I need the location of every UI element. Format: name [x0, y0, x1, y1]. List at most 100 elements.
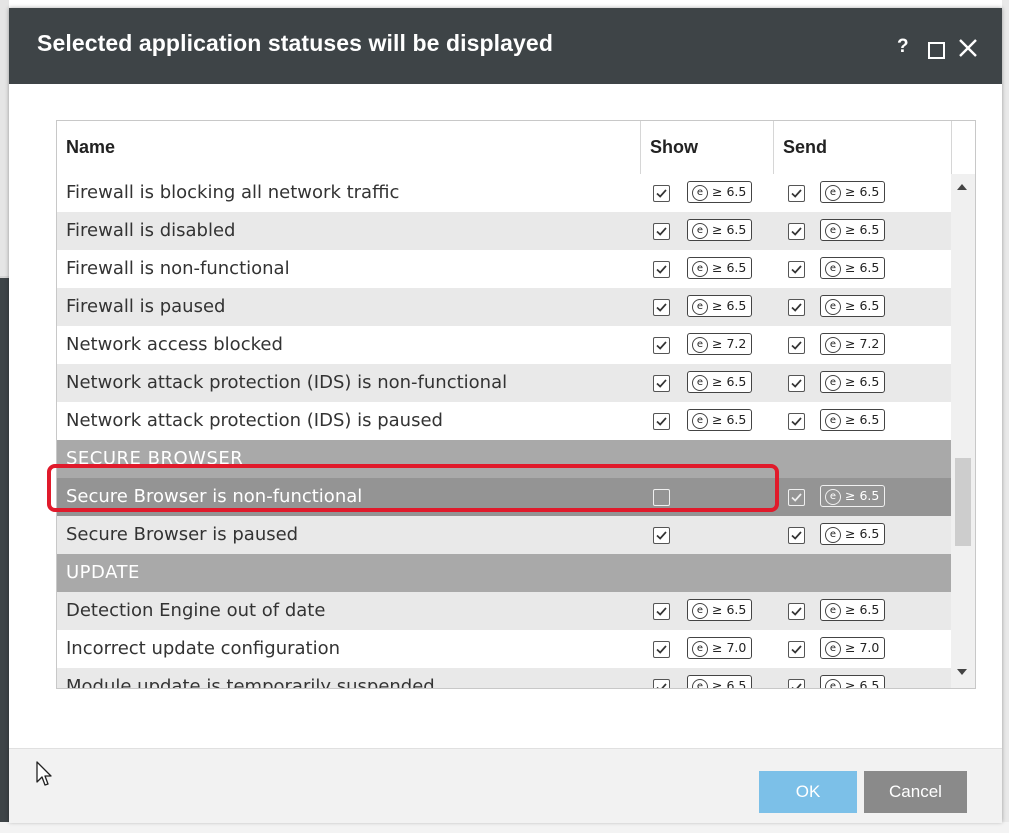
- show-version-badge: e ≥ 6.5: [687, 371, 753, 393]
- column-divider: [951, 121, 952, 174]
- send-checkbox[interactable]: [788, 489, 805, 506]
- table-row[interactable]: Detection Engine out of date e ≥ 6.5 e ≥ 6.5: [57, 592, 951, 630]
- help-icon[interactable]: ?: [897, 36, 909, 58]
- close-icon[interactable]: [957, 37, 979, 59]
- background-window-bottom: [0, 822, 1009, 833]
- table-header: Name Show Send: [57, 121, 975, 175]
- badge-version-text: ≥ 7.0: [712, 640, 747, 655]
- eset-e-icon: e: [825, 337, 841, 353]
- status-name: Network access blocked: [66, 334, 283, 355]
- table-body: Firewall is blocking all network traffic…: [57, 174, 951, 688]
- table-row[interactable]: Firewall is paused e ≥ 6.5 e ≥ 6.5: [57, 288, 951, 326]
- send-version-badge: e ≥ 6.5: [820, 675, 886, 688]
- status-dialog: Selected application statuses will be di…: [9, 8, 1002, 823]
- badge-version-text: ≥ 6.5: [845, 298, 880, 313]
- ok-button[interactable]: OK: [759, 771, 857, 813]
- scroll-up-arrow-icon[interactable]: [957, 184, 967, 190]
- badge-version-text: ≥ 6.5: [845, 602, 880, 617]
- dialog-title: Selected application statuses will be di…: [37, 30, 553, 56]
- column-header-name[interactable]: Name: [66, 121, 115, 174]
- show-version-badge: e ≥ 6.5: [687, 675, 753, 688]
- table-row[interactable]: Incorrect update configuration e ≥ 7.0 e ≥ 7…: [57, 630, 951, 668]
- badge-version-text: ≥ 6.5: [845, 526, 880, 541]
- show-checkbox[interactable]: [653, 299, 670, 316]
- show-version-badge: e ≥ 6.5: [687, 257, 753, 279]
- show-version-badge: e ≥ 6.5: [687, 295, 753, 317]
- show-checkbox[interactable]: [653, 603, 670, 620]
- badge-version-text: ≥ 6.5: [845, 222, 880, 237]
- send-version-badge: e ≥ 6.5: [820, 523, 886, 545]
- table-row[interactable]: Network attack protection (IDS) is pause…: [57, 402, 951, 440]
- table-row[interactable]: Firewall is blocking all network traffic…: [57, 174, 951, 212]
- eset-e-icon: e: [692, 641, 708, 657]
- badge-version-text: ≥ 6.5: [712, 298, 747, 313]
- send-version-badge: e ≥ 6.5: [820, 181, 886, 203]
- table-section-header: UPDATE: [57, 554, 951, 592]
- badge-version-text: ≥ 7.2: [712, 336, 747, 351]
- send-checkbox[interactable]: [788, 527, 805, 544]
- send-checkbox[interactable]: [788, 413, 805, 430]
- send-version-badge: e ≥ 6.5: [820, 599, 886, 621]
- eset-e-icon: e: [692, 679, 708, 688]
- show-checkbox[interactable]: [653, 413, 670, 430]
- column-header-send[interactable]: Send: [783, 121, 827, 174]
- send-checkbox[interactable]: [788, 337, 805, 354]
- show-checkbox[interactable]: [653, 375, 670, 392]
- badge-version-text: ≥ 6.5: [845, 412, 880, 427]
- send-checkbox[interactable]: [788, 375, 805, 392]
- send-checkbox[interactable]: [788, 223, 805, 240]
- send-checkbox[interactable]: [788, 299, 805, 316]
- badge-version-text: ≥ 6.5: [712, 678, 747, 688]
- maximize-icon[interactable]: [928, 42, 945, 59]
- show-checkbox[interactable]: [653, 641, 670, 658]
- show-checkbox[interactable]: [653, 185, 670, 202]
- badge-version-text: ≥ 6.5: [712, 602, 747, 617]
- eset-e-icon: e: [825, 641, 841, 657]
- eset-e-icon: e: [825, 413, 841, 429]
- column-divider[interactable]: [773, 121, 774, 174]
- status-name: Secure Browser is paused: [66, 524, 299, 545]
- send-checkbox[interactable]: [788, 641, 805, 658]
- show-checkbox[interactable]: [653, 489, 670, 506]
- status-name: Secure Browser is non-functional: [66, 486, 363, 507]
- badge-version-text: ≥ 6.5: [845, 488, 880, 503]
- badge-version-text: ≥ 6.5: [845, 184, 880, 199]
- show-checkbox[interactable]: [653, 527, 670, 544]
- eset-e-icon: e: [825, 603, 841, 619]
- table-row[interactable]: Firewall is non-functional e ≥ 6.5 e ≥ 6.5: [57, 250, 951, 288]
- background-window-right: [1002, 0, 1009, 833]
- scroll-down-arrow-icon[interactable]: [957, 669, 967, 675]
- column-divider[interactable]: [640, 121, 641, 174]
- cancel-button[interactable]: Cancel: [864, 771, 967, 813]
- send-checkbox[interactable]: [788, 603, 805, 620]
- send-version-badge: e ≥ 6.5: [820, 485, 886, 507]
- badge-version-text: ≥ 6.5: [712, 184, 747, 199]
- badge-version-text: ≥ 6.5: [712, 412, 747, 427]
- scrollbar-thumb[interactable]: [955, 458, 971, 546]
- badge-version-text: ≥ 6.5: [845, 678, 880, 688]
- table-row[interactable]: Module update is temporarily suspended e ≥…: [57, 668, 951, 688]
- send-version-badge: e ≥ 6.5: [820, 371, 886, 393]
- vertical-scrollbar[interactable]: [951, 174, 975, 688]
- show-checkbox[interactable]: [653, 223, 670, 240]
- eset-e-icon: e: [692, 375, 708, 391]
- show-checkbox[interactable]: [653, 679, 670, 688]
- table-row[interactable]: Firewall is disabled e ≥ 6.5 e ≥ 6.5: [57, 212, 951, 250]
- eset-e-icon: e: [825, 185, 841, 201]
- send-checkbox[interactable]: [788, 679, 805, 688]
- status-name: Firewall is blocking all network traffic: [66, 182, 400, 203]
- table-row[interactable]: Secure Browser is paused e ≥ 6.5: [57, 516, 951, 554]
- show-checkbox[interactable]: [653, 337, 670, 354]
- badge-version-text: ≥ 6.5: [845, 374, 880, 389]
- send-checkbox[interactable]: [788, 185, 805, 202]
- show-checkbox[interactable]: [653, 261, 670, 278]
- table-row[interactable]: Network access blocked e ≥ 7.2 e ≥ 7.2: [57, 326, 951, 364]
- status-name: Network attack protection (IDS) is pause…: [66, 410, 443, 431]
- status-name: Firewall is disabled: [66, 220, 236, 241]
- badge-version-text: ≥ 7.2: [845, 336, 880, 351]
- column-header-show[interactable]: Show: [650, 121, 698, 174]
- table-row[interactable]: Secure Browser is non-functional e ≥ 6.5: [57, 478, 951, 516]
- table-row[interactable]: Network attack protection (IDS) is non-f…: [57, 364, 951, 402]
- send-checkbox[interactable]: [788, 261, 805, 278]
- send-version-badge: e ≥ 6.5: [820, 257, 886, 279]
